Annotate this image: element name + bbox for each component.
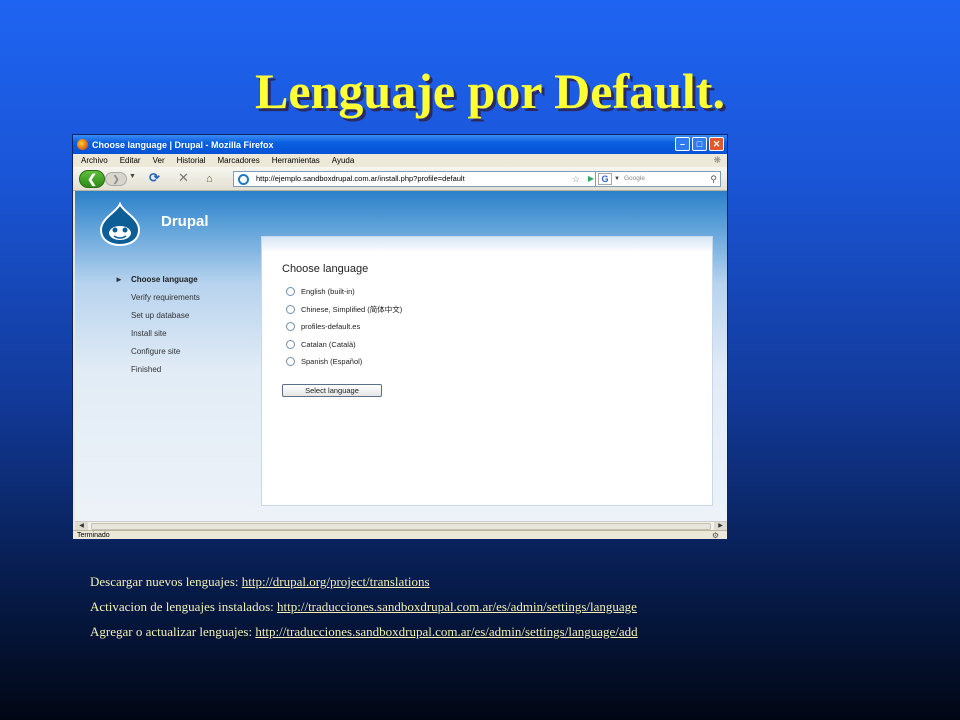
address-bar[interactable]: http://ejemplo.sandboxdrupal.com.ar/inst…: [233, 171, 599, 187]
install-steps: ► Choose language Verify requirements Se…: [115, 271, 265, 379]
radio-catalan[interactable]: [286, 339, 295, 349]
scrollbar-thumb[interactable]: [91, 523, 711, 530]
google-engine-icon[interactable]: G: [598, 173, 612, 185]
status-text: Terminado: [77, 532, 110, 539]
option-catalan[interactable]: Catalan (Català): [286, 336, 402, 354]
option-profiles-default-es[interactable]: profiles-default.es: [286, 318, 402, 336]
radio-chinese-simplified[interactable]: [286, 304, 295, 314]
search-icon[interactable]: ⚲: [710, 172, 717, 186]
stop-icon[interactable]: ✕: [178, 171, 189, 185]
step-configure-site: Configure site: [131, 347, 181, 356]
window-titlebar[interactable]: Choose language | Drupal - Mozilla Firef…: [73, 135, 727, 154]
reload-icon[interactable]: ⟳: [149, 171, 160, 185]
option-spanish[interactable]: Spanish (Español): [286, 353, 402, 371]
search-placeholder: Google: [624, 175, 645, 182]
link-label-download: Descargar nuevos lenguajes:: [90, 574, 242, 589]
close-button[interactable]: ✕: [709, 137, 724, 151]
window-title: Choose language | Drupal - Mozilla Firef…: [92, 139, 274, 150]
radio-spanish[interactable]: [286, 357, 295, 367]
choose-language-panel: Choose language English (built-in) Chine…: [261, 236, 713, 506]
back-button[interactable]: ❮: [79, 170, 105, 188]
navigation-toolbar: ❮ ❯ ▼ ⟳ ✕ ⌂ http://ejemplo.sandboxdrupal…: [73, 167, 727, 191]
link-row-add: Agregar o actualizar lenguajes: http://t…: [90, 624, 950, 649]
panel-header: [262, 237, 712, 251]
link-label-add: Agregar o actualizar lenguajes:: [90, 624, 256, 639]
link-download-translations[interactable]: http://drupal.org/project/translations: [242, 574, 430, 589]
history-dropdown-icon[interactable]: ▼: [129, 173, 136, 180]
link-label-activate: Activacion de lenguajes instalados:: [90, 599, 278, 614]
link-row-activate: Activacion de lenguajes instalados: http…: [90, 599, 950, 624]
browser-window: Choose language | Drupal - Mozilla Firef…: [72, 134, 728, 540]
link-row-download: Descargar nuevos lenguajes: http://drupa…: [90, 574, 950, 599]
go-icon[interactable]: ▶: [588, 172, 594, 186]
menu-historial[interactable]: Historial: [177, 156, 206, 165]
step-finished: Finished: [131, 365, 162, 374]
drupal-logo-icon: [99, 202, 141, 246]
option-chinese-simplified[interactable]: Chinese, Simplified (简体中文): [286, 301, 402, 319]
status-addon-icon: ⚙: [711, 531, 719, 540]
home-icon[interactable]: ⌂: [206, 172, 213, 186]
horizontal-scrollbar[interactable]: ◀ ▶: [75, 521, 727, 531]
step-set-up-database: Set up database: [131, 311, 190, 320]
site-favicon-icon: [238, 174, 249, 185]
panel-title: Choose language: [282, 263, 369, 275]
select-language-button[interactable]: Select language: [282, 384, 382, 397]
menu-ver[interactable]: Ver: [153, 156, 165, 165]
bookmark-star-icon[interactable]: ☆: [572, 172, 580, 186]
address-bar-url: http://ejemplo.sandboxdrupal.com.ar/inst…: [256, 174, 465, 183]
menu-herramientas[interactable]: Herramientas: [272, 156, 320, 165]
menu-marcadores[interactable]: Marcadores: [218, 156, 260, 165]
maximize-button[interactable]: □: [692, 137, 707, 151]
menu-ayuda[interactable]: Ayuda: [332, 156, 355, 165]
throbber-icon: ❋: [713, 155, 721, 165]
option-english[interactable]: English (built-in): [286, 283, 402, 301]
menu-archivo[interactable]: Archivo: [81, 156, 108, 165]
page-content: Drupal ► Choose language Verify requirem…: [75, 191, 727, 521]
firefox-icon: [77, 139, 88, 150]
engine-dropdown-icon[interactable]: ▼: [614, 172, 620, 186]
radio-profiles-default-es[interactable]: [286, 322, 295, 332]
radio-english[interactable]: [286, 287, 295, 297]
current-step-arrow-icon: ►: [115, 275, 123, 284]
menu-editar[interactable]: Editar: [120, 156, 141, 165]
links-section: Descargar nuevos lenguajes: http://drupa…: [90, 574, 950, 649]
drupal-brand: Drupal: [161, 213, 209, 230]
link-activate-languages[interactable]: http://traducciones.sandboxdrupal.com.ar…: [277, 599, 637, 614]
menu-bar: Archivo Editar Ver Historial Marcadores …: [73, 154, 727, 167]
step-verify-requirements: Verify requirements: [131, 293, 200, 302]
language-options: English (built-in) Chinese, Simplified (…: [286, 283, 402, 371]
status-bar: Terminado ⚙: [73, 530, 727, 540]
slide-title: Lenguaje por Default.: [255, 63, 725, 119]
step-choose-language: ► Choose language: [115, 271, 265, 289]
search-box[interactable]: G ▼ Google ⚲: [595, 171, 721, 187]
step-install-site: Install site: [131, 329, 167, 338]
forward-button[interactable]: ❯: [105, 172, 127, 186]
minimize-button[interactable]: –: [675, 137, 690, 151]
link-add-languages[interactable]: http://traducciones.sandboxdrupal.com.ar…: [255, 624, 637, 639]
